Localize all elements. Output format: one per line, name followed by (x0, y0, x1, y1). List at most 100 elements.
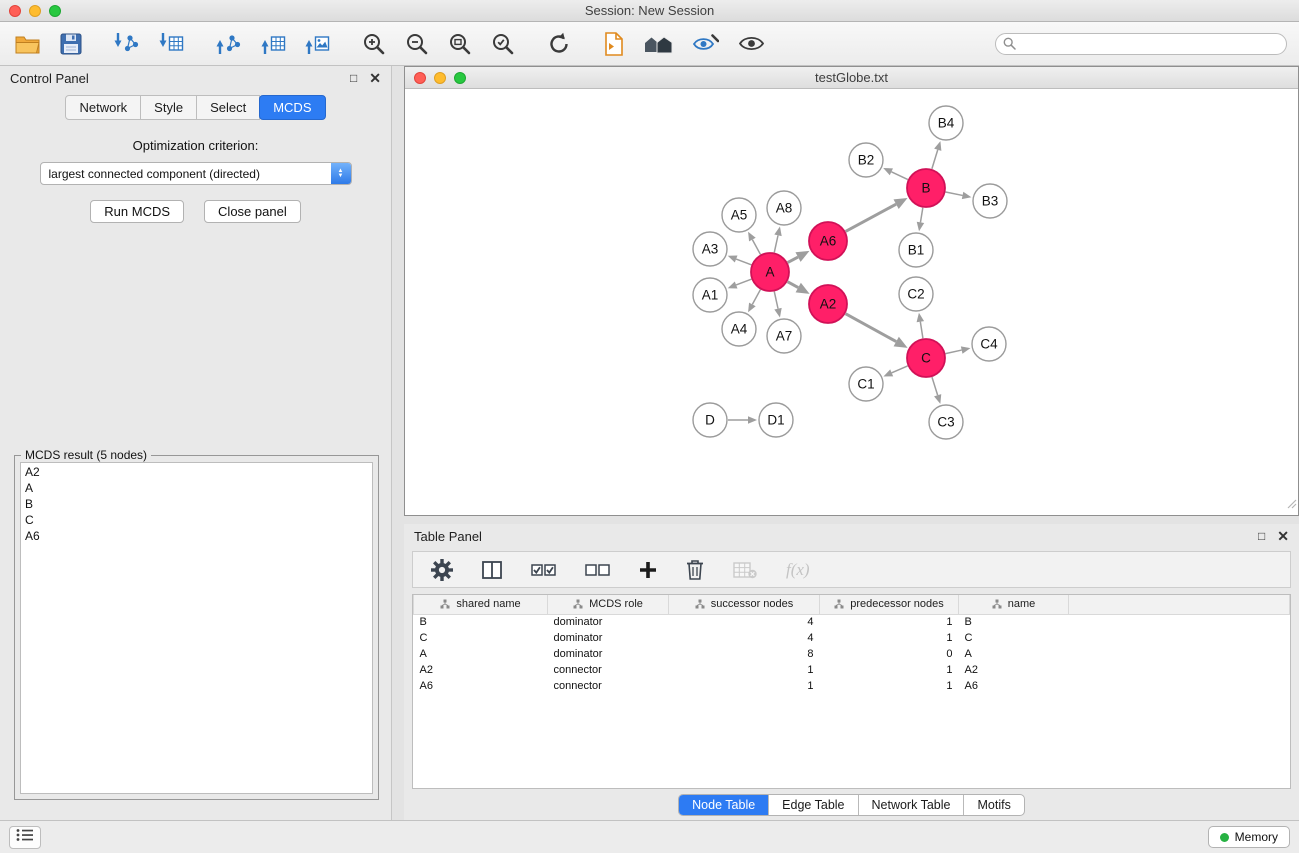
table-cell[interactable]: 4 (669, 614, 820, 630)
graph-node-B1[interactable]: B1 (899, 233, 933, 267)
table-cell[interactable]: C (414, 630, 548, 646)
memory-button[interactable]: Memory (1208, 826, 1290, 848)
table-row[interactable]: A2connector11A2 (414, 662, 1290, 678)
table-cell[interactable]: dominator (548, 630, 669, 646)
horizontal-split-divider[interactable] (404, 516, 1299, 524)
graph-edge-A-A8[interactable] (774, 235, 778, 252)
column-header-name[interactable]: name (959, 595, 1069, 614)
graph-node-C[interactable]: C (907, 339, 945, 377)
table-cell[interactable]: connector (548, 678, 669, 694)
float-table-panel-icon[interactable]: □ (1258, 530, 1265, 542)
graph-node-D[interactable]: D (693, 403, 727, 437)
task-history-button[interactable] (9, 826, 41, 849)
tab-select[interactable]: Select (196, 95, 260, 120)
optimization-criterion-select[interactable]: largest connected component (directed) ▲… (40, 162, 352, 185)
graph-node-C4[interactable]: C4 (972, 327, 1006, 361)
table-cell[interactable]: 1 (669, 662, 820, 678)
network-minimize-button[interactable] (434, 72, 446, 84)
table-cell[interactable]: C (959, 630, 1069, 646)
table-cell[interactable]: 4 (669, 630, 820, 646)
table-cell[interactable]: A2 (414, 662, 548, 678)
save-session-button[interactable] (58, 31, 84, 57)
graph-node-A4[interactable]: A4 (722, 312, 756, 346)
open-file-button[interactable] (12, 31, 43, 57)
table-row[interactable]: Adominator80A (414, 646, 1290, 662)
float-panel-icon[interactable]: □ (350, 72, 357, 84)
table-cell[interactable]: B (414, 614, 548, 630)
graph-node-A8[interactable]: A8 (767, 191, 801, 225)
table-cell[interactable]: 0 (820, 646, 959, 662)
hide-graphics-details-button[interactable] (690, 31, 721, 56)
show-graphics-details-button[interactable] (736, 32, 767, 55)
graph-edge-C-C3[interactable] (932, 377, 938, 395)
network-canvas[interactable]: B4B2BB3A5A8A6B1A3AA1C2A2A4A7C4C1CC3DD1 (405, 89, 1298, 515)
graph-node-B4[interactable]: B4 (929, 106, 963, 140)
import-network-button[interactable] (112, 30, 142, 57)
graph-node-A1[interactable]: A1 (693, 278, 727, 312)
zoom-window-button[interactable] (49, 5, 61, 17)
graph-edge-A-A4[interactable] (752, 290, 760, 305)
column-header-shared-name[interactable]: shared name (414, 595, 548, 614)
zoom-fit-button[interactable] (446, 30, 474, 58)
refresh-layout-button[interactable] (545, 30, 573, 58)
delete-rows-button[interactable] (684, 557, 706, 582)
tab-network[interactable]: Network (65, 95, 141, 120)
deselect-all-rows-button[interactable] (583, 560, 612, 580)
table-cell[interactable]: 1 (820, 662, 959, 678)
network-close-button[interactable] (414, 72, 426, 84)
table-cell[interactable]: A6 (414, 678, 548, 694)
column-header-mcds-role[interactable]: MCDS role (548, 595, 669, 614)
column-header-successor-nodes[interactable]: successor nodes (669, 595, 820, 614)
table-cell[interactable]: A2 (959, 662, 1069, 678)
graph-node-A3[interactable]: A3 (693, 232, 727, 266)
zoom-selected-button[interactable] (489, 30, 517, 58)
resize-grip-icon[interactable] (1285, 496, 1297, 514)
graph-edge-A-A1[interactable] (736, 279, 751, 285)
import-table-button[interactable] (157, 30, 186, 57)
export-network-button[interactable] (214, 30, 244, 57)
minimize-window-button[interactable] (29, 5, 41, 17)
graph-edge-C-C2[interactable] (920, 322, 923, 339)
mcds-result-item[interactable]: A6 (25, 528, 368, 544)
graph-edge-C-C4[interactable] (946, 350, 962, 354)
graph-node-A[interactable]: A (751, 253, 789, 291)
graph-edge-A-A2[interactable] (788, 282, 799, 288)
graph-node-A7[interactable]: A7 (767, 319, 801, 353)
table-cell[interactable]: 1 (820, 678, 959, 694)
graph-edge-B-B1[interactable] (920, 208, 922, 223)
zoom-in-button[interactable] (360, 30, 388, 58)
graph-node-A6[interactable]: A6 (809, 222, 847, 260)
graph-edge-A-A5[interactable] (752, 240, 760, 255)
graph-node-B2[interactable]: B2 (849, 143, 883, 177)
table-cell[interactable]: 1 (820, 630, 959, 646)
export-image-button[interactable] (303, 30, 332, 57)
add-row-button[interactable] (637, 559, 659, 581)
mcds-result-list[interactable]: A2ABCA6 (20, 462, 373, 794)
graph-node-B3[interactable]: B3 (973, 184, 1007, 218)
tab-node-table[interactable]: Node Table (679, 795, 768, 815)
graph-edge-A-A3[interactable] (736, 259, 751, 265)
close-window-button[interactable] (9, 5, 21, 17)
table-cell[interactable]: 1 (669, 678, 820, 694)
select-all-rows-button[interactable] (529, 560, 558, 580)
table-cell[interactable]: A (414, 646, 548, 662)
graph-node-C3[interactable]: C3 (929, 405, 963, 439)
zoom-out-button[interactable] (403, 30, 431, 58)
table-row[interactable]: Bdominator41B (414, 614, 1290, 630)
table-cell[interactable]: B (959, 614, 1069, 630)
graph-node-B[interactable]: B (907, 169, 945, 207)
table-cell[interactable]: connector (548, 662, 669, 678)
tab-mcds[interactable]: MCDS (259, 95, 325, 120)
network-zoom-button[interactable] (454, 72, 466, 84)
graph-edge-A2-C[interactable] (846, 314, 897, 342)
column-header-predecessor-nodes[interactable]: predecessor nodes (820, 595, 959, 614)
tab-edge-table[interactable]: Edge Table (768, 795, 857, 815)
open-session-file-button[interactable] (601, 30, 627, 58)
mcds-result-item[interactable]: B (25, 496, 368, 512)
table-row[interactable]: Cdominator41C (414, 630, 1290, 646)
graph-node-C2[interactable]: C2 (899, 277, 933, 311)
close-table-panel-icon[interactable]: ✕ (1277, 530, 1289, 542)
graph-node-A2[interactable]: A2 (809, 285, 847, 323)
mcds-result-item[interactable]: A (25, 480, 368, 496)
graph-edge-A-A6[interactable] (788, 257, 798, 263)
